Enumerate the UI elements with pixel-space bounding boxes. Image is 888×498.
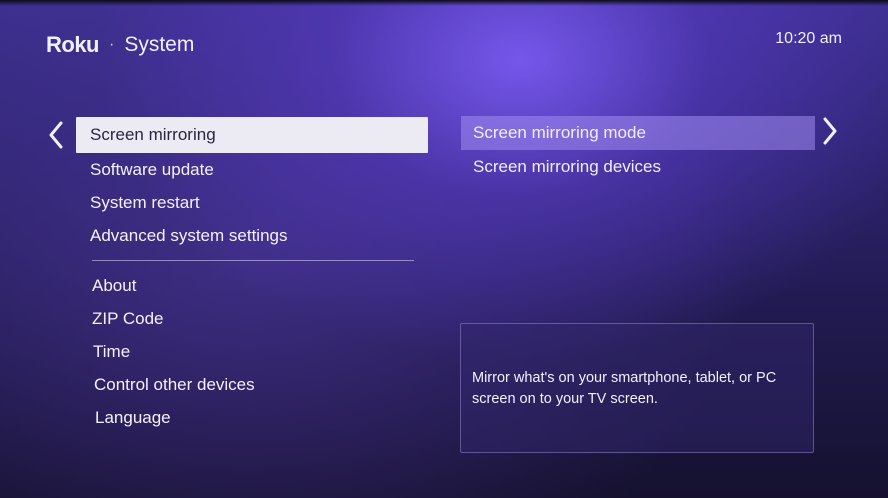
roku-logo: Roku [46,32,100,57]
clock: 10:20 am [775,30,842,47]
chevron-left-icon[interactable] [44,120,68,150]
menu-item-system-restart[interactable]: System restart [76,186,428,219]
submenu-item-screen-mirroring-mode[interactable]: Screen mirroring mode [461,116,815,150]
menu-item-control-other-devices[interactable]: Control other devices [76,368,428,401]
menu-item-time[interactable]: Time [76,335,428,368]
description-text: Mirror what's on your smartphone, tablet… [472,370,777,407]
menu-divider [92,260,414,261]
page-title: System [124,33,195,56]
screen-top-edge [0,0,888,6]
menu-item-language[interactable]: Language [76,401,428,434]
menu-item-about[interactable]: About [76,269,428,302]
submenu-item-screen-mirroring-devices[interactable]: Screen mirroring devices [461,150,815,183]
description-panel: Mirror what's on your smartphone, tablet… [460,323,814,453]
menu-item-zip-code[interactable]: ZIP Code [76,302,428,335]
menu-item-advanced-system-settings[interactable]: Advanced system settings [76,219,428,252]
header-separator: · [109,36,115,53]
screen-mirroring-submenu: Screen mirroring mode Screen mirroring d… [461,116,815,183]
chevron-right-icon[interactable] [818,116,842,146]
menu-item-screen-mirroring[interactable]: Screen mirroring [76,117,428,153]
menu-item-software-update[interactable]: Software update [76,153,428,186]
header: Roku · System [46,30,194,60]
settings-menu: Screen mirroring Software update System … [76,117,428,434]
